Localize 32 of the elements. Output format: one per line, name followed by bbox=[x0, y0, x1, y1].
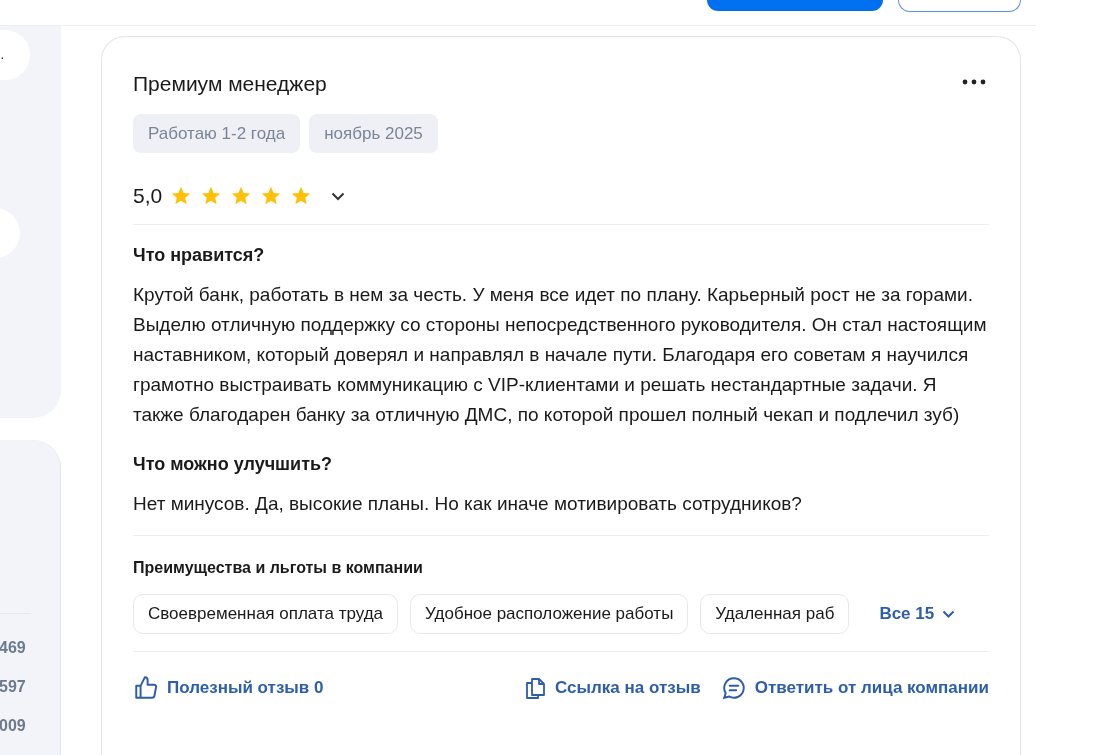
more-icon[interactable] bbox=[962, 79, 986, 85]
star-icon bbox=[260, 185, 283, 207]
rating-value: 5,0 bbox=[133, 183, 163, 210]
benefit-chip: Удобное расположение работы bbox=[410, 594, 689, 634]
star-icon bbox=[200, 185, 223, 207]
star-icon bbox=[230, 185, 253, 207]
star-icon bbox=[170, 185, 193, 207]
action-link[interactable]: Полезный отзыв 0 bbox=[133, 675, 324, 701]
section-heading: Что можно улучшить? bbox=[133, 453, 334, 476]
action-link[interactable]: Ответить от лица компании bbox=[720, 675, 989, 701]
chevron-down-icon[interactable] bbox=[331, 191, 346, 201]
thumbs-up-icon bbox=[133, 675, 159, 701]
benefit-chip: Своевременная оплата труда bbox=[133, 594, 399, 634]
chat-icon bbox=[720, 675, 747, 701]
sidebar-number: 469 bbox=[0, 638, 27, 658]
action-link[interactable]: Ссылка на отзыв bbox=[523, 675, 701, 701]
benefit-chip: Удаленная раб bbox=[700, 594, 850, 634]
show-all-button[interactable]: Все 15 bbox=[879, 601, 956, 627]
section-heading: Что нравится? bbox=[133, 244, 266, 267]
review-tag: ноябрь 2025 bbox=[309, 114, 438, 153]
review-text: Крутой банк, работать в нем за честь. У меня все идет по плану. Карьерный рост не за горами. Выделю отличную поддержку со стороны непосредственного руководителя. Он стал настоящим наставником, который доверял и направлял в начале пути. Благодаря его советам я научился грамотно выстраивать коммуникацию с VIP-клиентами и решать нестандартные задачи. Я также благодарен банку за отличную ДМС, по которой прошел полный чекап и подлечил зуб) bbox=[133, 283, 988, 427]
review-title: Премиум менеджер bbox=[133, 71, 327, 97]
primary-button[interactable] bbox=[707, 0, 883, 11]
sidebar-text: . bbox=[0, 46, 4, 65]
star-icon bbox=[290, 185, 313, 207]
chevron-down-icon bbox=[942, 610, 956, 618]
sidebar-number: 009 bbox=[0, 716, 27, 736]
benefits-title: Преимущества и льготы в компании bbox=[133, 558, 424, 578]
review-text: Нет минусов. Да, высокие планы. Но как иначе мотивировать сотрудников? bbox=[133, 492, 803, 516]
sidebar-number: 597 bbox=[0, 677, 27, 697]
review-tag: Работаю 1-2 года bbox=[133, 114, 301, 153]
copy-icon bbox=[523, 675, 548, 701]
